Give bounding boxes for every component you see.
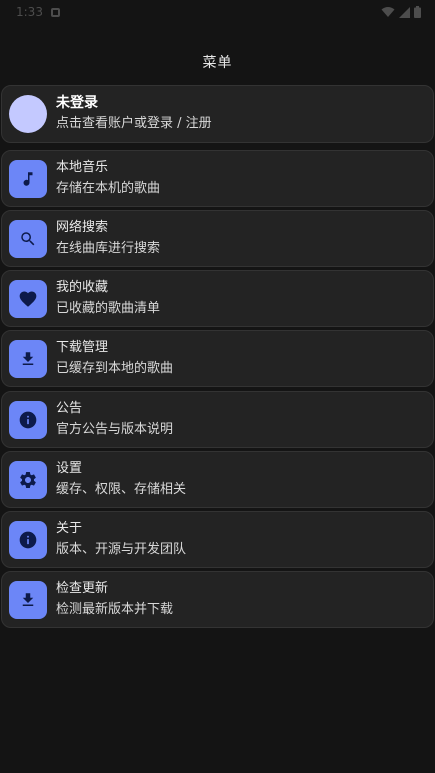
download-icon [22,592,34,606]
profile-card[interactable]: 未登录 点击查看账户或登录 / 注册 [1,85,434,143]
avatar [9,95,47,133]
status-bar: 1:33 [0,0,435,24]
profile-title: 未登录 [56,95,98,111]
search-icon [21,231,35,245]
profile-subtitle: 点击查看账户或登录 / 注册 [56,116,212,131]
menu-item-title: 网络搜索 [56,219,109,235]
menu-list: 未登录 点击查看账户或登录 / 注册 本地音乐 存储在本机的歌曲 网络搜索 在线… [1,85,434,631]
menu-item-title: 下载管理 [56,339,109,355]
menu-item-title: 我的收藏 [56,279,109,295]
menu-item-subtitle: 在线曲库进行搜索 [56,240,161,256]
music-note-icon [23,171,33,186]
info-icon [19,531,37,548]
menu-item-title: 设置 [56,460,83,476]
menu-item-subtitle: 已收藏的歌曲清单 [56,300,161,316]
signal-icon [399,6,410,18]
menu-item-subtitle: 存储在本机的歌曲 [56,180,161,196]
menu-item-web-search[interactable]: 网络搜索 在线曲库进行搜索 [1,210,434,267]
gear-icon [20,471,36,488]
menu-item-subtitle: 缓存、权限、存储相关 [56,481,187,497]
menu-item-downloads[interactable]: 下载管理 已缓存到本地的歌曲 [1,330,434,387]
menu-item-favorites[interactable]: 我的收藏 已收藏的歌曲清单 [1,270,434,327]
info-icon [19,411,37,428]
menu-item-title: 本地音乐 [56,159,109,175]
menu-item-announcements[interactable]: 公告 官方公告与版本说明 [1,391,434,448]
menu-item-subtitle: 已缓存到本地的歌曲 [56,360,174,376]
battery-icon [414,6,421,18]
page-title: 菜单 [202,55,233,71]
menu-item-title: 公告 [56,400,83,416]
menu-item-about[interactable]: 关于 版本、开源与开发团队 [1,511,434,568]
wifi-icon [381,7,395,17]
menu-item-local-music[interactable]: 本地音乐 存储在本机的歌曲 [1,150,434,207]
notification-icon [50,7,60,17]
menu-item-subtitle: 版本、开源与开发团队 [56,541,187,557]
menu-item-title: 关于 [56,520,83,536]
heart-icon [19,291,37,307]
menu-item-subtitle: 检测最新版本并下载 [56,601,174,617]
menu-item-settings[interactable]: 设置 缓存、权限、存储相关 [1,451,434,508]
menu-item-check-update[interactable]: 检查更新 检测最新版本并下载 [1,571,434,628]
download-icon [22,351,34,365]
menu-item-subtitle: 官方公告与版本说明 [56,421,174,437]
status-time: 1:33 [16,5,43,19]
menu-item-title: 检查更新 [56,580,109,596]
